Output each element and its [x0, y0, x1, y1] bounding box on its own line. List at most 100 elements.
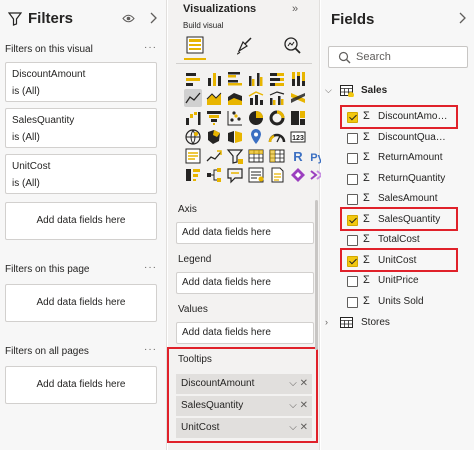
filter-card-value: is (All)	[12, 178, 40, 189]
kpi-icon[interactable]	[205, 147, 223, 165]
azure-map-icon[interactable]	[247, 128, 265, 146]
unitcost-highlight-box	[340, 248, 458, 272]
values-well-label: Values	[178, 304, 208, 315]
stacked-bar-chart-icon[interactable]	[184, 70, 202, 88]
sigma-icon: Σ	[363, 274, 370, 286]
slicer-icon[interactable]	[226, 147, 244, 165]
filters-header: Filters	[0, 0, 167, 38]
svg-text:R: R	[293, 149, 303, 164]
legend-dropzone[interactable]: Add data fields here	[176, 272, 314, 294]
field-name: ReturnAmount	[378, 152, 443, 163]
r-script-visual-icon[interactable]: R	[289, 147, 307, 165]
area-chart-icon[interactable]	[205, 89, 223, 107]
filter-card-salesquantity[interactable]: SalesQuantity is (All)	[5, 108, 157, 148]
filter-card-value: is (All)	[12, 132, 40, 143]
axis-dropzone[interactable]: Add data fields here	[176, 222, 314, 244]
ribbon-chart-icon[interactable]	[289, 89, 307, 107]
clustered-column-chart-icon[interactable]	[247, 70, 265, 88]
search-icon	[338, 51, 351, 64]
table-icon[interactable]	[247, 147, 265, 165]
paginated-report-icon[interactable]	[268, 166, 286, 184]
chevron-right-icon[interactable]	[458, 12, 466, 24]
table-icon	[340, 317, 353, 328]
scrollbar[interactable]	[315, 200, 318, 350]
matrix-icon[interactable]	[268, 147, 286, 165]
clustered-bar-chart-icon[interactable]	[226, 70, 244, 88]
key-influencers-icon[interactable]	[184, 166, 202, 184]
analytics-magnifier-icon[interactable]	[281, 34, 303, 56]
multi-row-card-icon[interactable]	[184, 147, 202, 165]
values-dropzone[interactable]: Add data fields here	[176, 322, 314, 344]
waterfall-chart-icon[interactable]	[184, 109, 202, 127]
100-stacked-bar-chart-icon[interactable]	[268, 70, 286, 88]
table-sales[interactable]: ⌵ Sales	[325, 84, 465, 100]
field-returnamount[interactable]: Σ ReturnAmount	[347, 151, 473, 167]
sigma-icon: Σ	[363, 172, 370, 184]
fields-title: Fields	[331, 11, 375, 28]
field-discountquantity[interactable]: Σ DiscountQua…	[347, 131, 473, 147]
field-checkbox[interactable]	[347, 235, 358, 246]
donut-chart-icon[interactable]	[268, 109, 286, 127]
filters-title: Filters	[28, 10, 74, 27]
build-visual-tab-icon[interactable]	[184, 34, 206, 56]
scatter-chart-icon[interactable]	[226, 109, 244, 127]
axis-well-label: Axis	[178, 204, 197, 215]
map-icon[interactable]	[184, 128, 202, 146]
field-returnquantity[interactable]: Σ ReturnQuantity	[347, 172, 473, 188]
more-options-icon[interactable]: ···	[144, 262, 157, 273]
sigma-icon: Σ	[363, 131, 370, 143]
filters-pane: Filters Filters on this visual ··· Disco…	[0, 0, 167, 450]
field-totalcost[interactable]: Σ TotalCost	[347, 233, 473, 249]
collapse-chevrons-icon[interactable]: »	[292, 3, 298, 15]
funnel-chart-icon[interactable]	[205, 109, 223, 127]
pie-chart-icon[interactable]	[247, 109, 265, 127]
gauge-icon[interactable]	[268, 128, 286, 146]
table-stores[interactable]: › Stores	[325, 316, 465, 332]
treemap-icon[interactable]	[289, 109, 307, 127]
chevron-right-icon[interactable]	[149, 12, 157, 24]
decomposition-tree-icon[interactable]	[205, 166, 223, 184]
more-options-icon[interactable]: ···	[144, 42, 157, 53]
field-checkbox[interactable]	[347, 153, 358, 164]
qa-visual-icon[interactable]	[226, 166, 244, 184]
card-icon[interactable]: 123	[289, 128, 307, 146]
field-checkbox[interactable]	[347, 194, 358, 205]
field-unitprice[interactable]: Σ UnitPrice	[347, 274, 473, 290]
chevron-down-icon[interactable]: ⌵	[325, 85, 332, 96]
line-and-clustered-column-chart-icon[interactable]	[268, 89, 286, 107]
chevron-right-icon[interactable]: ›	[325, 317, 328, 327]
field-checkbox[interactable]	[347, 174, 358, 185]
visual-filters-dropzone[interactable]: Add data fields here	[5, 202, 157, 240]
filter-card-unitcost[interactable]: UnitCost is (All)	[5, 154, 157, 194]
search-input[interactable]: Search	[328, 46, 468, 68]
field-checkbox[interactable]	[347, 133, 358, 144]
field-checkbox[interactable]	[347, 276, 358, 287]
page-filters-dropzone[interactable]: Add data fields here	[5, 284, 157, 322]
more-options-icon[interactable]: ···	[144, 344, 157, 355]
eye-icon[interactable]	[122, 13, 135, 24]
visualizations-pane: Visualizations » Build visual 123 R Py Axi…	[167, 0, 325, 450]
all-pages-filters-dropzone[interactable]: Add data fields here	[5, 366, 157, 404]
table-name: Sales	[361, 85, 388, 96]
100-stacked-column-chart-icon[interactable]	[289, 70, 307, 88]
line-chart-icon[interactable]	[184, 89, 202, 107]
field-name: TotalCost	[378, 234, 420, 245]
filter-card-discountamount[interactable]: DiscountAmount is (All)	[5, 62, 157, 102]
format-paint-brush-icon[interactable]	[234, 34, 256, 56]
power-apps-icon[interactable]	[289, 166, 307, 184]
legend-well-label: Legend	[178, 254, 212, 265]
field-salesamount[interactable]: Σ SalesAmount	[347, 192, 473, 208]
filters-on-all-pages-label: Filters on all pages	[5, 346, 89, 357]
field-checkbox[interactable]	[347, 297, 358, 308]
stacked-column-chart-icon[interactable]	[205, 70, 223, 88]
line-and-column-chart-icon[interactable]	[247, 89, 265, 107]
filters-on-page-label: Filters on this page	[5, 264, 90, 275]
filled-map-icon[interactable]	[205, 128, 223, 146]
smart-narrative-icon[interactable]	[247, 166, 265, 184]
sigma-icon: Σ	[363, 295, 370, 307]
stacked-area-chart-icon[interactable]	[226, 89, 244, 107]
fields-pane: Fields Search ⌵ Sales Σ DiscountAmo… Σ Disc…	[321, 0, 474, 450]
active-tab-indicator	[184, 58, 206, 60]
field-units-sold[interactable]: Σ Units Sold	[347, 295, 473, 311]
shape-map-icon[interactable]	[226, 128, 244, 146]
